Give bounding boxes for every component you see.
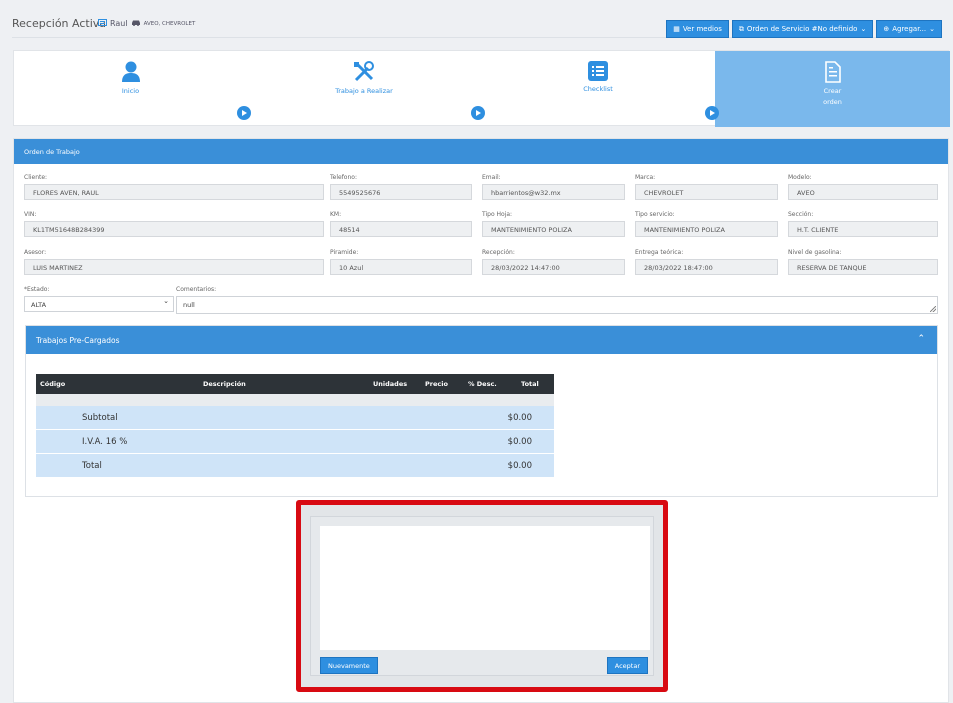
- jobs-table-header: Código Descripción Unidades Precio % Des…: [36, 374, 554, 394]
- caret-down-icon: ⌄: [929, 25, 935, 33]
- header-buttons: ▦ Ver medios ⧉ Orden de Servicio #No def…: [666, 20, 942, 38]
- jobs-table: Código Descripción Unidades Precio % Des…: [36, 374, 554, 478]
- table-row: I.V.A. 16 % $0.00: [36, 430, 554, 454]
- recepcion-input[interactable]: 28/03/2022 14:47:00: [482, 259, 625, 275]
- service-order-dropdown[interactable]: ⧉ Orden de Servicio #No definido ⌄: [731, 20, 874, 38]
- customer-name: Raul: [110, 19, 128, 28]
- chevron-up-icon[interactable]: ⌃: [917, 334, 925, 344]
- piramide-input[interactable]: 10 Azul: [330, 259, 472, 275]
- document-icon: [824, 61, 841, 83]
- id-card-icon: [98, 19, 107, 28]
- field-email: Email: hbarrientos@w32.mx: [482, 174, 625, 200]
- list-icon: [588, 61, 608, 81]
- caret-down-icon: ⌄: [860, 25, 867, 33]
- estado-select[interactable]: ALTA: [24, 296, 174, 312]
- field-cliente: Cliente: FLORES AVEN, RAUL: [24, 174, 324, 200]
- field-entrega: Entrega teórica: 28/03/2022 18:47:00: [635, 249, 778, 275]
- panel-title: Orden de Trabajo: [14, 139, 948, 164]
- comentarios-textarea[interactable]: null: [176, 296, 938, 314]
- table-row: Total $0.00: [36, 454, 554, 478]
- seccion-input[interactable]: H.T. CLIENTE: [788, 221, 938, 237]
- page-subtitle: Raul AVEO, CHEVROLET: [98, 19, 195, 28]
- table-row: Subtotal $0.00: [36, 406, 554, 430]
- field-piramide: Piramide: 10 Azul: [330, 249, 472, 275]
- km-input[interactable]: 48514: [330, 221, 472, 237]
- field-telefono: Telefono: 5549525676: [330, 174, 472, 200]
- field-comentarios: Comentarios: null: [176, 286, 938, 314]
- tools-icon: [354, 61, 374, 82]
- gasolina-input[interactable]: RESERVA DE TANQUE: [788, 259, 938, 275]
- step-inicio[interactable]: Inicio: [14, 51, 247, 127]
- step-next-icon[interactable]: [237, 106, 251, 120]
- copy-icon: ⧉: [738, 24, 744, 33]
- retry-button[interactable]: Nuevamente: [320, 657, 378, 674]
- asesor-input[interactable]: LUIS MARTINEZ: [24, 259, 324, 275]
- signature-modal: Nuevamente Aceptar: [310, 516, 654, 676]
- vehicle-model: AVEO, CHEVROLET: [143, 20, 196, 27]
- car-icon: [131, 19, 141, 28]
- top-bar: Recepción Activa Raul AVEO, CHEVROLET ▦ …: [12, 0, 942, 38]
- field-asesor: Asesor: LUIS MARTINEZ: [24, 249, 324, 275]
- step-crear-orden[interactable]: Crear orden: [715, 51, 950, 127]
- user-icon: [121, 61, 140, 82]
- vin-input[interactable]: KL1TM51648B284399: [24, 221, 324, 237]
- field-seccion: Sección: H.T. CLIENTE: [788, 211, 938, 237]
- telefono-input[interactable]: 5549525676: [330, 184, 472, 200]
- page-title: Recepción Activa: [12, 17, 107, 30]
- field-gasolina: Nivel de gasolina: RESERVA DE TANQUE: [788, 249, 938, 275]
- step-next-icon[interactable]: [705, 106, 719, 120]
- email-input[interactable]: hbarrientos@w32.mx: [482, 184, 625, 200]
- grid-icon: ▦: [673, 25, 680, 33]
- tipo-hoja-input[interactable]: MANTENIMIENTO POLIZA: [482, 221, 625, 237]
- cliente-input[interactable]: FLORES AVEN, RAUL: [24, 184, 324, 200]
- preloaded-jobs-panel: Trabajos Pre-Cargados ⌃ Código Descripci…: [25, 325, 938, 497]
- wizard-steps: Inicio Trabajo a Realizar Checklist Crea…: [13, 50, 950, 127]
- highlight-box: Nuevamente Aceptar: [296, 500, 668, 692]
- jobs-table-empty-row: [36, 394, 554, 406]
- step-trabajo[interactable]: Trabajo a Realizar: [247, 51, 481, 127]
- tipo-servicio-input[interactable]: MANTENIMIENTO POLIZA: [635, 221, 778, 237]
- field-recepcion: Recepción: 28/03/2022 14:47:00: [482, 249, 625, 275]
- field-tipo-servicio: Tipo servicio: MANTENIMIENTO POLIZA: [635, 211, 778, 237]
- entrega-input[interactable]: 28/03/2022 18:47:00: [635, 259, 778, 275]
- field-km: KM: 48514: [330, 211, 472, 237]
- view-media-button[interactable]: ▦ Ver medios: [666, 20, 729, 38]
- field-modelo: Modelo: AVEO: [788, 174, 938, 200]
- step-checklist[interactable]: Checklist: [481, 51, 715, 127]
- field-vin: VIN: KL1TM51648B284399: [24, 211, 324, 237]
- accept-button[interactable]: Aceptar: [606, 657, 648, 674]
- field-marca: Marca: CHEVROLET: [635, 174, 778, 200]
- modelo-input[interactable]: AVEO: [788, 184, 938, 200]
- add-dropdown[interactable]: ⊕ Agregar... ⌄: [876, 20, 942, 38]
- field-estado: *Estado: ALTA: [24, 286, 174, 312]
- field-tipo-hoja: Tipo Hoja: MANTENIMIENTO POLIZA: [482, 211, 625, 237]
- step-next-icon[interactable]: [471, 106, 485, 120]
- marca-input[interactable]: CHEVROLET: [635, 184, 778, 200]
- signature-canvas[interactable]: [320, 526, 650, 650]
- plus-circle-icon: ⊕: [883, 25, 890, 33]
- preloaded-jobs-header[interactable]: Trabajos Pre-Cargados ⌃: [26, 326, 937, 354]
